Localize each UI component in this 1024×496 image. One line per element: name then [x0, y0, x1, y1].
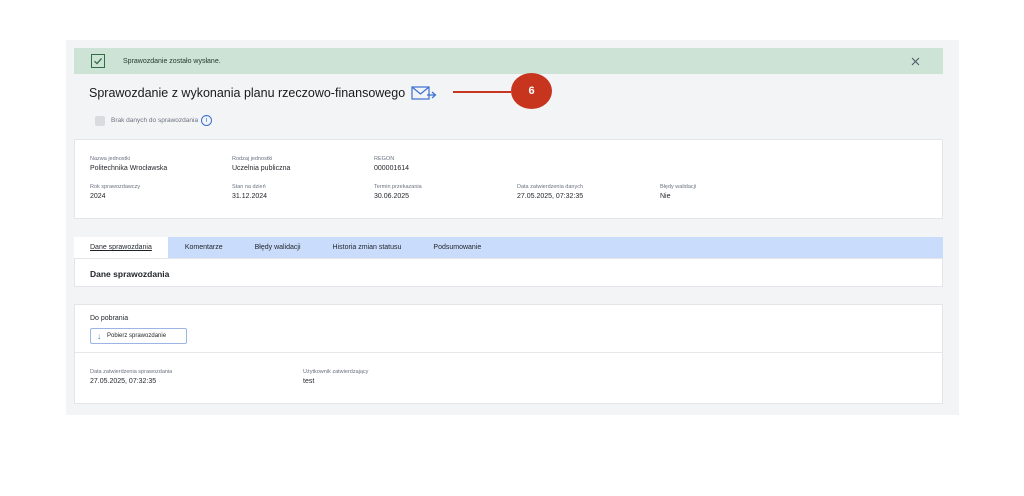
annotation-badge: 6 [511, 73, 552, 109]
annotation-pointer-line [453, 91, 511, 93]
field-validation-errors: Błędy walidacji Nie [660, 184, 697, 200]
alert-message: Sprawozdanie zostało wysłane. [123, 57, 221, 65]
no-data-checkbox-row: Brak danych do sprawozdania i [95, 115, 213, 126]
check-icon [91, 54, 105, 68]
tab-bar: Dane sprawozdania Komentarze Błędy walid… [74, 237, 943, 258]
field-state-date: Stan na dzień 31.12.2024 [232, 184, 268, 200]
tab-report-data[interactable]: Dane sprawozdania [74, 237, 168, 258]
field-unit-type: Rodzaj jednostki Uczelnia publiczna [232, 156, 291, 172]
download-arrow-icon: ↓ [97, 331, 101, 341]
tab-summary[interactable]: Podsumowanie [417, 237, 497, 258]
section-header-card: Dane sprawozdania [74, 258, 943, 287]
report-details-card: Nazwa jednostki Politechnika Wrocławska … [74, 139, 943, 219]
download-button-label: Pobierz sprawozdanie [107, 333, 167, 339]
no-data-checkbox[interactable] [95, 115, 105, 126]
field-report-approval-date: Data zatwierdzenia sprawozdania 27.05.20… [90, 369, 173, 385]
download-card: Do pobrania ↓ Pobierz sprawozdanie Data … [74, 304, 943, 404]
info-icon[interactable]: i [201, 115, 213, 126]
tab-comments[interactable]: Komentarze [168, 237, 239, 258]
field-approving-user: Użytkownik zatwierdzający test [303, 369, 369, 385]
field-regon: REGON 000001614 [374, 156, 410, 172]
field-approval-date: Data zatwierdzenia danych 27.05.2025, 07… [517, 184, 584, 200]
section-title: Dane sprawozdania [90, 269, 170, 279]
download-heading: Do pobrania [90, 315, 129, 322]
page-title: Sprawozdanie z wykonania planu rzeczowo-… [89, 86, 406, 100]
success-alert: Sprawozdanie zostało wysłane. [74, 48, 943, 74]
page-title-row: Sprawozdanie z wykonania planu rzeczowo-… [89, 85, 439, 101]
tab-validation-errors[interactable]: Błędy walidacji [239, 237, 317, 258]
field-unit-name: Nazwa jednostki Politechnika Wrocławska [90, 156, 168, 172]
close-icon[interactable] [909, 55, 921, 67]
field-deadline: Termin przekazania 30.06.2025 [374, 184, 422, 200]
envelope-send-icon[interactable] [411, 85, 439, 101]
field-report-year: Rok sprawozdawczy 2024 [90, 184, 141, 200]
divider [75, 352, 942, 353]
tab-status-history[interactable]: Historia zmian statusu [317, 237, 418, 258]
no-data-label: Brak danych do sprawozdania [111, 117, 199, 124]
download-report-button[interactable]: ↓ Pobierz sprawozdanie [90, 328, 187, 344]
